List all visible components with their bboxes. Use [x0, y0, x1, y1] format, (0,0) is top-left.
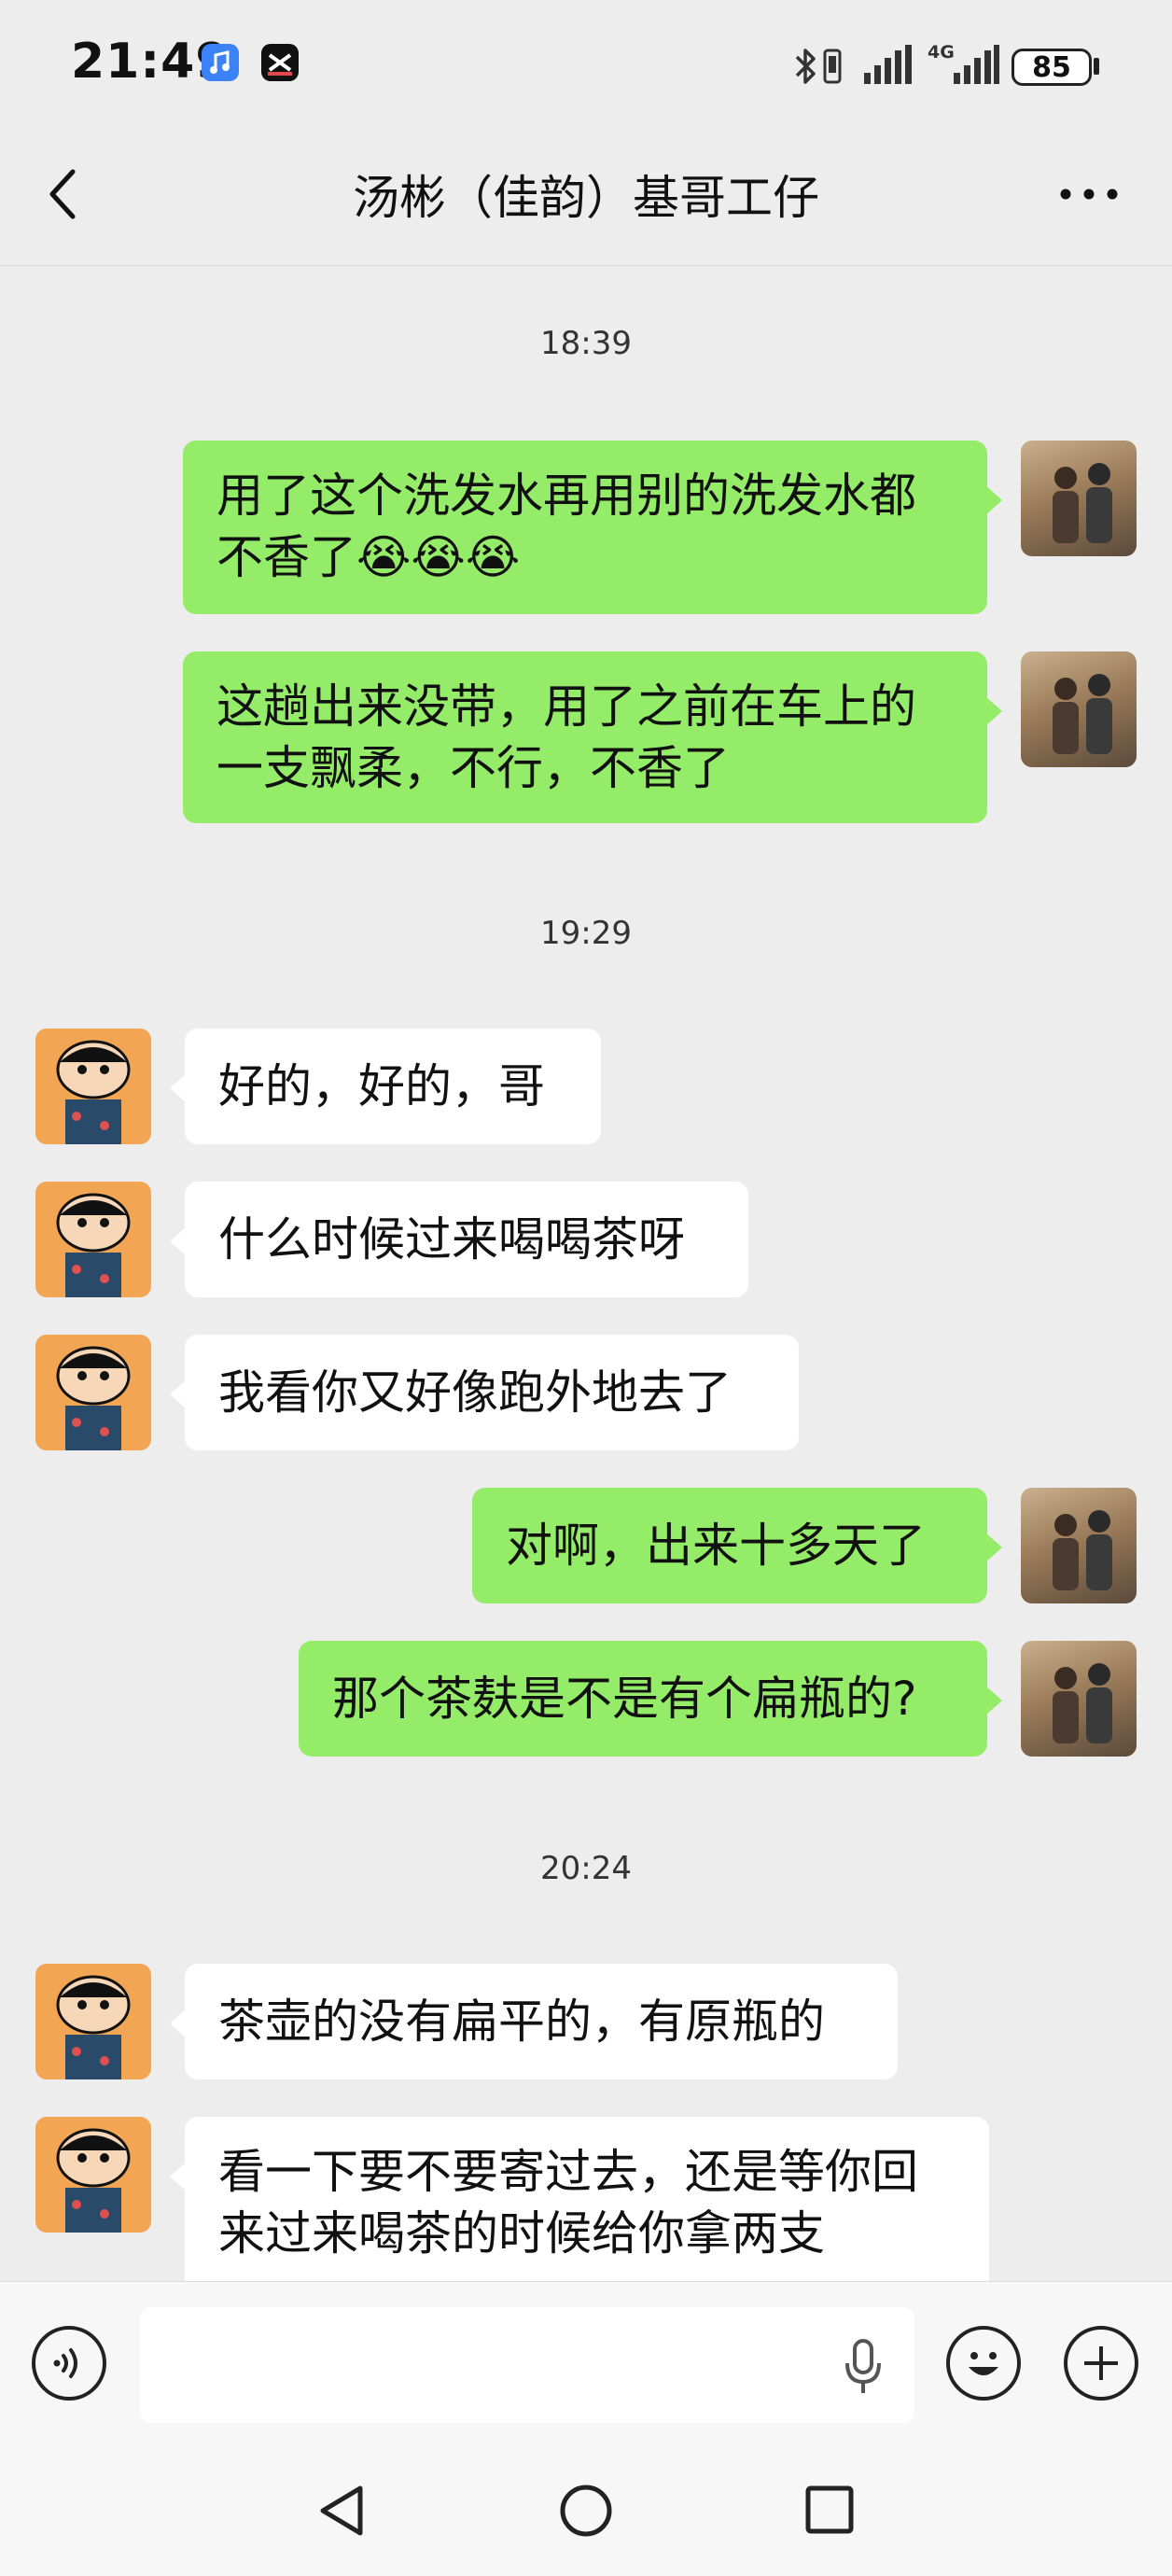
message-text: 不香了😭😭😭	[216, 526, 954, 588]
contact-avatar[interactable]	[35, 1964, 151, 2079]
received-message-bubble[interactable]: 我看你又好像跑外地去了	[170, 1335, 799, 1450]
timestamp: 18:39	[540, 325, 632, 362]
timestamp: 19:29	[540, 915, 632, 952]
microphone-icon[interactable]	[840, 2337, 886, 2401]
chat-title: 汤彬（佳韵）基哥工仔	[353, 171, 819, 225]
battery-level: 85	[1032, 50, 1071, 84]
sent-message-bubble[interactable]: 那个茶麸是不是有个扁瓶的?	[299, 1641, 1002, 1757]
contact-avatar[interactable]	[35, 2117, 151, 2233]
message-text: 什么时候过来喝喝茶呀	[218, 1212, 685, 1267]
vibrate-icon	[819, 47, 845, 90]
message-text: 茶壶的没有扁平的，有原瓶的	[218, 1995, 825, 2049]
my-avatar[interactable]	[1021, 1641, 1137, 1757]
contact-avatar[interactable]	[35, 1335, 151, 1450]
timestamp: 20:24	[540, 1850, 632, 1887]
recents-square-icon[interactable]	[804, 2485, 855, 2539]
add-icon[interactable]	[1064, 2326, 1138, 2401]
battery-cap	[1094, 58, 1099, 75]
home-circle-icon[interactable]	[558, 2483, 614, 2542]
message-text: 来过来喝茶的时候给你拿两支	[218, 2206, 825, 2261]
contact-avatar[interactable]	[35, 1029, 151, 1144]
more-dots-icon[interactable]	[1058, 183, 1120, 205]
my-avatar[interactable]	[1021, 651, 1137, 767]
sent-message-bubble[interactable]: 对啊，出来十多天了	[472, 1488, 1002, 1603]
signal-icon	[862, 43, 914, 90]
received-message-bubble[interactable]: 什么时候过来喝喝茶呀	[170, 1182, 748, 1297]
my-avatar[interactable]	[1021, 441, 1137, 556]
my-avatar[interactable]	[1021, 1488, 1137, 1603]
network-type-label: 4G	[928, 42, 955, 63]
sent-message-bubble[interactable]: 这趟出来没带，用了之前在车上的 一支飘柔，不行，不香了	[183, 651, 1002, 823]
message-text: 我看你又好像跑外地去了	[218, 1365, 732, 1420]
back-triangle-icon[interactable]	[315, 2483, 368, 2542]
message-text: 对啊，出来十多天了	[506, 1519, 926, 1573]
message-text-line: 不香了	[216, 530, 356, 584]
signal-4g-icon	[952, 43, 1000, 90]
contact-avatar[interactable]	[35, 1182, 151, 1297]
message-text: 好的，好的，哥	[218, 1059, 545, 1113]
message-text: 这趟出来没带，用了之前在车上的	[216, 679, 916, 734]
message-text: 看一下要不要寄过去，还是等你回	[218, 2145, 918, 2199]
capcut-app-icon	[261, 44, 299, 81]
received-message-bubble[interactable]: 茶壶的没有扁平的，有原瓶的	[170, 1964, 898, 2079]
message-text: 一支飘柔，不行，不香了	[216, 741, 730, 795]
bluetooth-icon	[791, 45, 819, 91]
message-text: 用了这个洗发水再用别的洗发水都	[216, 469, 916, 523]
voice-mode-icon[interactable]	[32, 2326, 106, 2401]
sent-message-bubble[interactable]: 用了这个洗发水再用别的洗发水都 不香了😭😭😭	[183, 441, 1002, 614]
emoji-icon[interactable]	[946, 2326, 1021, 2401]
message-input[interactable]	[140, 2307, 914, 2423]
music-app-icon	[202, 44, 239, 81]
received-message-bubble[interactable]: 好的，好的，哥	[170, 1029, 601, 1144]
received-message-bubble[interactable]: 看一下要不要寄过去，还是等你回 来过来喝茶的时候给你拿两支	[170, 2117, 989, 2303]
message-text: 那个茶麸是不是有个扁瓶的?	[332, 1672, 917, 1726]
battery-icon: 85	[1012, 49, 1092, 86]
crying-emoji-icon: 😭😭😭	[356, 530, 521, 584]
